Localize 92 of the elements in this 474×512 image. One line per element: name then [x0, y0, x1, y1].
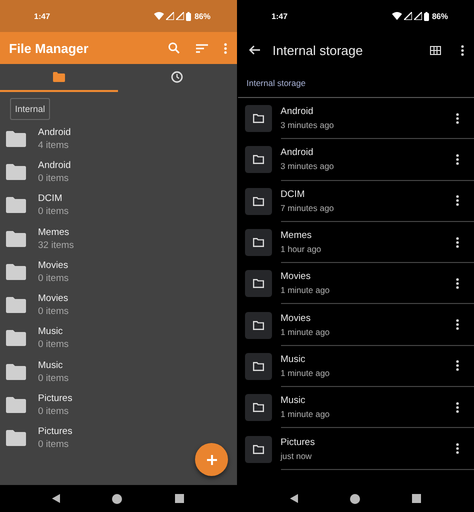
folder-name[interactable]: Pictures — [280, 436, 315, 448]
more-icon[interactable] — [456, 195, 459, 206]
breadcrumb[interactable]: Internal storage — [246, 78, 306, 88]
folder-icon — [252, 403, 264, 412]
modified-time: 1 minute ago — [280, 368, 330, 378]
folder-name[interactable]: Music — [38, 360, 69, 371]
more-icon[interactable] — [456, 360, 459, 372]
modified-time: 7 minutes ago — [280, 202, 334, 213]
folder-name[interactable]: Android — [280, 106, 334, 118]
plus-icon — [206, 454, 216, 464]
folder-name[interactable]: Music — [38, 326, 69, 338]
folder-icon — [6, 264, 26, 280]
folder-icon — [6, 430, 26, 446]
status-time: 1:47 — [34, 12, 50, 20]
battery-level: 86% — [432, 12, 448, 20]
item-count: 0 items — [38, 172, 70, 184]
folder-name[interactable]: Movies — [280, 271, 330, 282]
battery-icon — [186, 12, 192, 20]
folder-name[interactable]: Movies — [38, 260, 69, 271]
screen-title: Internal storage — [272, 42, 364, 58]
folder-icon — [6, 297, 26, 314]
search-icon[interactable] — [168, 42, 180, 54]
item-count: 0 items — [38, 339, 69, 350]
folder-name[interactable]: Pictures — [38, 393, 72, 404]
item-count: 0 items — [38, 306, 69, 318]
folder-name[interactable]: Android — [38, 160, 71, 171]
home-icon[interactable] — [350, 494, 360, 504]
folder-name[interactable]: Music — [280, 395, 330, 406]
more-icon[interactable] — [456, 402, 459, 413]
folder-icon — [6, 364, 26, 380]
battery-icon — [424, 12, 429, 20]
folder-name[interactable]: Movies — [38, 293, 69, 304]
more-icon[interactable] — [456, 319, 459, 330]
item-count: 0 items — [38, 439, 70, 450]
folder-icon — [252, 114, 264, 124]
add-button[interactable] — [195, 443, 228, 476]
folder-name[interactable]: DCIM — [280, 188, 334, 200]
folder-icon — [6, 130, 26, 147]
folder-icon — [252, 155, 264, 164]
more-icon[interactable] — [456, 112, 459, 124]
status-time: 1:47 — [272, 12, 288, 20]
folder-icon — [252, 362, 264, 371]
folder-name[interactable]: Android — [38, 126, 71, 138]
modified-time: 1 minute ago — [280, 409, 330, 420]
folder-icon — [252, 196, 264, 206]
more-icon[interactable] — [456, 443, 459, 454]
item-count: 0 items — [38, 272, 69, 284]
folder-icon — [6, 397, 26, 414]
sort-icon[interactable] — [196, 44, 208, 52]
more-icon[interactable] — [456, 278, 459, 289]
home-icon[interactable] — [112, 494, 122, 504]
folder-icon — [252, 320, 264, 330]
item-count: 0 items — [38, 372, 69, 384]
modified-time: 3 minutes ago — [280, 120, 334, 130]
more-icon[interactable] — [456, 236, 459, 248]
back-icon[interactable] — [290, 494, 298, 503]
grid-view-icon[interactable] — [430, 46, 441, 54]
app-title: File Manager — [9, 40, 88, 56]
folder-icon — [6, 330, 26, 346]
folder-name[interactable]: DCIM — [38, 193, 69, 204]
folder-name[interactable]: Pictures — [38, 426, 72, 438]
folder-icon — [252, 279, 264, 288]
folder-name[interactable]: Movies — [280, 312, 330, 324]
folder-icon — [53, 72, 66, 82]
modified-time: 1 minute ago — [280, 326, 330, 337]
folder-name[interactable]: Android — [280, 147, 334, 158]
modified-time: 3 minutes ago — [280, 161, 334, 172]
folder-icon — [6, 197, 26, 214]
item-count: 0 items — [38, 406, 70, 418]
modified-time: 1 minute ago — [280, 285, 330, 296]
more-icon[interactable] — [456, 154, 459, 165]
folder-icon — [6, 230, 26, 247]
item-count: 0 items — [38, 206, 69, 218]
wifi-icon — [154, 12, 164, 20]
folder-name[interactable]: Memes — [280, 230, 322, 242]
modified-time: 1 hour ago — [280, 244, 322, 254]
more-icon[interactable] — [461, 44, 464, 56]
clock-icon — [171, 71, 184, 83]
wifi-icon — [392, 12, 402, 20]
item-count: 32 items — [38, 240, 74, 251]
folder-icon — [6, 164, 26, 180]
back-arrow-icon[interactable] — [248, 45, 260, 55]
recents-icon[interactable] — [174, 494, 184, 503]
folder-icon — [252, 238, 264, 248]
back-icon[interactable] — [52, 494, 60, 503]
folder-name[interactable]: Memes — [38, 226, 74, 238]
item-count: 4 items — [38, 140, 70, 151]
folder-icon — [252, 444, 264, 454]
battery-level: 86% — [194, 12, 210, 20]
path-chip[interactable]: Internal — [10, 98, 50, 120]
modified-time: just now — [280, 450, 313, 461]
folder-name[interactable]: Music — [280, 354, 330, 365]
